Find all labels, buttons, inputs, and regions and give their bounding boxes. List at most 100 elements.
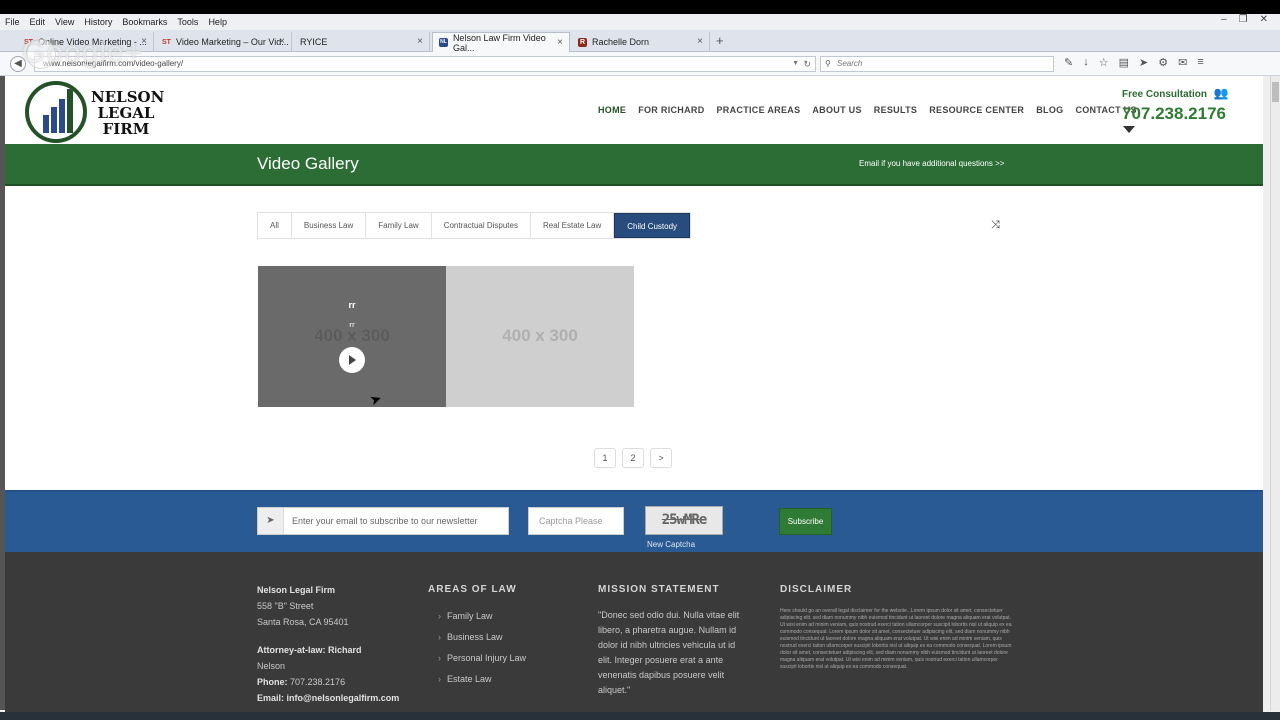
video-thumbnail[interactable]: rr 400 x 300 rr	[258, 266, 446, 407]
pen-icon[interactable]: ✎	[1064, 56, 1073, 69]
footer-area-link[interactable]: Personal Injury Law	[438, 650, 526, 666]
filter-real-estate-law[interactable]: Real Estate Law	[531, 213, 615, 238]
footer-address-line: 558 "B" Street	[257, 601, 314, 611]
page-title-band: Video Gallery Email if you have addition…	[5, 144, 1263, 186]
back-arrow-icon[interactable]: ◀	[10, 56, 26, 72]
site-footer: Nelson Legal Firm 558 "B" Street Santa R…	[5, 552, 1263, 720]
bookmark-star-icon[interactable]: ☆	[1099, 56, 1109, 69]
restore-icon[interactable]: ❐	[1239, 14, 1248, 25]
close-tab-icon[interactable]: ×	[279, 36, 285, 47]
tab-favicon: ST	[162, 38, 171, 46]
toolbar-icons: ✎ ↓ ☆ ▤ ➤ ⚙ ✉ ≡	[1064, 56, 1204, 69]
close-tab-icon[interactable]: ×	[417, 36, 423, 47]
placeholder-size: 400 x 300	[502, 326, 578, 345]
tab-video-marketing[interactable]: ST Video Marketing – Our Vid... ×	[156, 32, 292, 52]
filter-all[interactable]: All	[258, 213, 292, 238]
new-captcha-link[interactable]: New Captcha	[647, 540, 695, 549]
shuffle-icon[interactable]: ⤨	[991, 219, 1000, 232]
filter-business-law[interactable]: Business Law	[292, 213, 367, 238]
nav-about-us[interactable]: ABOUT US	[812, 105, 861, 115]
footer-areas-heading: AREAS OF LAW	[428, 584, 517, 595]
play-icon[interactable]	[339, 347, 365, 373]
dropdown-arrow-icon[interactable]: ▼	[792, 57, 799, 71]
logo-word: FIRM	[102, 120, 150, 138]
menu-view[interactable]: View	[50, 17, 79, 27]
captcha-input[interactable]: Captcha Please	[528, 507, 624, 535]
video-gallery: All Business Law Family Law Contractual …	[5, 186, 1263, 490]
logo-bar	[51, 107, 57, 133]
close-window-icon[interactable]: ✕	[1260, 14, 1268, 25]
footer-phone-label: Phone:	[257, 677, 288, 687]
people-icon: 👥	[1213, 86, 1229, 100]
footer-area-link[interactable]: Family Law	[438, 608, 526, 624]
menu-icon[interactable]: ≡	[1197, 56, 1203, 69]
subscribe-button[interactable]: Subscribe	[779, 508, 832, 535]
page-scrollbar[interactable]	[1270, 76, 1280, 710]
nav-practice-areas[interactable]: PRACTICE AREAS	[717, 105, 801, 115]
footer-attorney-name: Nelson	[257, 661, 286, 671]
footer-area-link[interactable]: Estate Law	[438, 671, 526, 687]
nav-results[interactable]: RESULTS	[874, 105, 917, 115]
page-1[interactable]: 1	[594, 448, 616, 468]
download-icon[interactable]: ↓	[1083, 56, 1089, 69]
menu-file[interactable]: File	[0, 17, 25, 27]
close-tab-icon[interactable]: ×	[141, 36, 147, 47]
caret-down-icon[interactable]	[1123, 126, 1135, 133]
video-title: rr	[348, 300, 356, 310]
filter-contractual-disputes[interactable]: Contractual Disputes	[432, 213, 531, 238]
nav-for-richard[interactable]: FOR RICHARD	[638, 105, 704, 115]
tab-ryice[interactable]: RYICE ×	[294, 32, 430, 52]
url-bar[interactable]: www.nelsonlegalfirm.com/video-gallery/ ▼…	[34, 56, 816, 72]
nav-resource-center[interactable]: RESOURCE CENTER	[929, 105, 1024, 115]
logo-text: NELSON LEGAL FIRM	[91, 89, 164, 138]
chat-icon[interactable]: ✉	[1178, 56, 1187, 69]
scrollbar-thumb[interactable]	[1272, 82, 1279, 102]
reload-icon[interactable]: ↻	[803, 57, 811, 71]
minimize-icon[interactable]: –	[1221, 14, 1227, 25]
menu-history[interactable]: History	[79, 17, 117, 27]
page-next[interactable]: >	[650, 448, 672, 468]
free-consultation: Free Consultation 👥	[1122, 86, 1229, 100]
tab-rachelle-dorn[interactable]: R Rachelle Dorn ×	[572, 32, 710, 52]
category-filters: All Business Law Family Law Contractual …	[257, 212, 692, 239]
page-title: Video Gallery	[257, 154, 359, 173]
send-icon[interactable]: ➤	[1139, 56, 1148, 69]
navigation-toolbar: ◀ www.nelsonlegalfirm.com/video-gallery/…	[0, 52, 1280, 76]
footer-areas-list: Family Law Business Law Personal Injury …	[428, 608, 526, 687]
footer-email[interactable]: Email: info@nelsonlegalfirm.com	[257, 690, 399, 706]
newsletter-email-field[interactable]: ➤ Enter your email to subscribe to our n…	[257, 507, 509, 535]
menu-tools[interactable]: Tools	[172, 17, 203, 27]
firm-logo[interactable]: NELSON LEGAL FIRM	[25, 81, 164, 143]
footer-spacer	[257, 630, 399, 642]
footer-mission: MISSION STATEMENT "Donec sed odio dui. N…	[598, 582, 748, 698]
logo-bar	[43, 115, 49, 133]
close-tab-icon[interactable]: ×	[557, 37, 563, 48]
menu-edit[interactable]: Edit	[25, 17, 51, 27]
email-questions-link[interactable]: Email if you have additional questions >…	[859, 159, 1004, 168]
footer-area-link[interactable]: Business Law	[438, 629, 526, 645]
new-tab-icon[interactable]: +	[716, 33, 724, 48]
footer-areas: AREAS OF LAW Family Law Business Law Per…	[428, 582, 526, 692]
tab-nelson-law-firm[interactable]: NL Nelson Law Firm Video Gal... ×	[432, 32, 570, 53]
tools-icon[interactable]: ⚙	[1158, 56, 1168, 69]
nav-home[interactable]: HOME	[598, 105, 626, 115]
logo-emblem	[25, 81, 87, 143]
footer-phone-number[interactable]: 707.238.2176	[290, 677, 345, 687]
search-placeholder: Search	[837, 59, 863, 68]
page-2[interactable]: 2	[622, 448, 644, 468]
search-input[interactable]: ⚲ Search	[820, 56, 1054, 72]
nav-blog[interactable]: BLOG	[1036, 105, 1063, 115]
footer-mission-text: "Donec sed odio dui. Nulla vitae elit li…	[598, 610, 740, 695]
consult-label: Free Consultation	[1122, 89, 1208, 100]
header-phone[interactable]: 707.238.2176	[1122, 104, 1226, 124]
clipboard-icon[interactable]: ▤	[1119, 56, 1129, 69]
google-plus-overlay-icon	[26, 39, 56, 69]
filter-child-custody[interactable]: Child Custody	[614, 213, 691, 238]
menu-help[interactable]: Help	[203, 17, 232, 27]
menu-bookmarks[interactable]: Bookmarks	[117, 17, 172, 27]
close-tab-icon[interactable]: ×	[697, 36, 703, 47]
video-thumbnail[interactable]: 400 x 300	[446, 266, 634, 407]
filter-family-law[interactable]: Family Law	[366, 213, 432, 238]
window-controls: – ❐ ✕	[1221, 14, 1268, 25]
captcha-image: 25wMRe	[645, 506, 723, 535]
